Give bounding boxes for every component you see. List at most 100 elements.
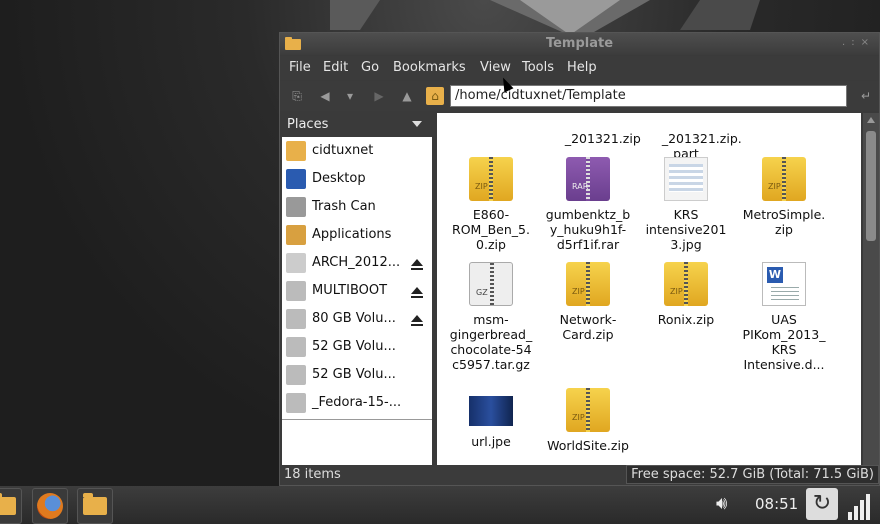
file-item[interactable]: RAR gumbenktz_b y_huku9h1f- d5rf1if.rar bbox=[540, 157, 636, 252]
sidebar-item-80gb[interactable]: 80 GB Volu... bbox=[282, 306, 432, 334]
archive-file-icon: GZ bbox=[469, 262, 513, 306]
sidebar-item-label: _Fedora-15-... bbox=[312, 395, 402, 410]
sidebar-item-label: Applications bbox=[312, 227, 392, 242]
taskbar-firefox-button[interactable] bbox=[32, 488, 68, 524]
menu-edit[interactable]: Edit bbox=[323, 60, 348, 75]
menu-view[interactable]: View bbox=[480, 60, 511, 75]
sidebar-item-label: ARCH_2012... bbox=[312, 255, 401, 270]
desktop-icon bbox=[286, 169, 306, 189]
taskbar-file-manager-button[interactable] bbox=[77, 488, 113, 524]
sidebar-item-52gb-1[interactable]: 52 GB Volu... bbox=[282, 334, 432, 362]
back-icon[interactable]: ◀ bbox=[316, 87, 334, 105]
gz-label: GZ bbox=[476, 288, 488, 297]
taskbar-folder-button[interactable] bbox=[0, 488, 22, 524]
places-label: Places bbox=[287, 117, 329, 132]
optical-drive-icon bbox=[286, 253, 306, 273]
zip-file-icon: ZIP bbox=[664, 262, 708, 306]
menu-go[interactable]: Go bbox=[361, 60, 379, 75]
menu-help[interactable]: Help bbox=[567, 60, 597, 75]
file-name: E860- ROM_Ben_5. 0.zip bbox=[452, 207, 530, 252]
file-item[interactable]: url.jpe bbox=[443, 388, 539, 449]
menu-tools[interactable]: Tools bbox=[522, 60, 554, 75]
scrollbar-thumb[interactable] bbox=[866, 131, 876, 241]
file-item[interactable]: KRS intensive201 3.jpg bbox=[638, 157, 734, 252]
zip-label: ZIP bbox=[572, 413, 585, 422]
divider bbox=[282, 419, 432, 420]
status-bar: 18 items Free space: 52.7 GiB (Total: 71… bbox=[280, 465, 879, 485]
maximize-icon[interactable]: : bbox=[851, 37, 860, 48]
forward-icon[interactable]: ▶ bbox=[370, 87, 388, 105]
file-item[interactable]: GZ msm- gingerbread_ chocolate-54 c5957.… bbox=[443, 262, 539, 372]
file-item[interactable]: ZIP Ronix.zip bbox=[638, 262, 734, 327]
file-item[interactable]: ZIP Network- Card.zip bbox=[540, 262, 636, 342]
sidebar-item-home[interactable]: cidtuxnet bbox=[282, 138, 432, 166]
file-name: KRS intensive201 3.jpg bbox=[645, 207, 727, 252]
file-name: msm- gingerbread_ chocolate-54 c5957.tar… bbox=[449, 312, 533, 372]
zip-file-icon: ZIP bbox=[566, 388, 610, 432]
eject-icon[interactable] bbox=[411, 315, 423, 326]
file-name: WorldSite.zip bbox=[547, 438, 629, 453]
file-item[interactable]: ZIP WorldSite.zip bbox=[540, 388, 636, 453]
chevron-down-icon[interactable] bbox=[412, 121, 422, 127]
free-space: Free space: 52.7 GiB (Total: 71.5 GiB) bbox=[626, 465, 879, 484]
drive-icon bbox=[286, 309, 306, 329]
sidebar-item-label: 52 GB Volu... bbox=[312, 367, 396, 382]
file-item[interactable]: ZIP MetroSimple. zip bbox=[736, 157, 832, 237]
eject-icon[interactable] bbox=[411, 259, 423, 270]
menu-bar: File Edit Go Bookmarks View Tools Help bbox=[280, 56, 879, 80]
sidebar-item-fedora[interactable]: _Fedora-15-... bbox=[282, 390, 432, 418]
update-icon[interactable]: ↻ bbox=[806, 488, 838, 520]
history-dropdown-icon[interactable]: ▾ bbox=[341, 87, 359, 105]
image-file-icon bbox=[664, 157, 708, 201]
rar-label: RAR bbox=[572, 182, 589, 191]
window-title: Template bbox=[545, 36, 614, 51]
file-view: _201321.zip _201321.zip. part ZIP E860- … bbox=[437, 113, 861, 465]
zip-label: ZIP bbox=[768, 182, 781, 191]
close-icon[interactable]: × bbox=[861, 37, 875, 48]
sidebar-item-applications[interactable]: Applications bbox=[282, 222, 432, 250]
applications-icon bbox=[286, 225, 306, 245]
zip-label: ZIP bbox=[572, 287, 585, 296]
home-icon bbox=[286, 141, 306, 161]
zip-label: ZIP bbox=[475, 182, 488, 191]
home-icon[interactable]: ⌂ bbox=[426, 87, 444, 105]
sidebar-item-52gb-2[interactable]: 52 GB Volu... bbox=[282, 362, 432, 390]
sidebar-item-label: 52 GB Volu... bbox=[312, 339, 396, 354]
places-header[interactable]: Places bbox=[282, 113, 432, 137]
window-controls[interactable]: .:× bbox=[842, 37, 875, 48]
volume-icon[interactable]: 🔊︎ bbox=[716, 493, 727, 514]
item-count: 18 items bbox=[284, 467, 341, 482]
sidebar-item-trash[interactable]: Trash Can bbox=[282, 194, 432, 222]
drive-icon bbox=[286, 281, 306, 301]
file-item[interactable]: W UAS PIKom_2013_ KRS Intensive.d... bbox=[736, 262, 832, 372]
trash-icon bbox=[286, 197, 306, 217]
menu-file[interactable]: File bbox=[289, 60, 311, 75]
sidebar-item-arch[interactable]: ARCH_2012... bbox=[282, 250, 432, 278]
up-icon[interactable]: ▲ bbox=[398, 87, 416, 105]
menu-bookmarks[interactable]: Bookmarks bbox=[393, 60, 466, 75]
file-item[interactable]: ZIP E860- ROM_Ben_5. 0.zip bbox=[443, 157, 539, 252]
firefox-icon bbox=[37, 493, 63, 519]
go-icon[interactable]: ↵ bbox=[857, 87, 875, 105]
clock[interactable]: 08:51 bbox=[755, 495, 798, 513]
drive-icon bbox=[286, 393, 306, 413]
network-signal-icon[interactable] bbox=[846, 490, 874, 520]
title-bar[interactable]: Template .:× bbox=[280, 33, 879, 55]
sidebar-item-multiboot[interactable]: MULTIBOOT bbox=[282, 278, 432, 306]
file-item[interactable]: _201321.zip bbox=[541, 116, 641, 161]
file-name: UAS PIKom_2013_ KRS Intensive.d... bbox=[742, 312, 826, 372]
eject-icon[interactable] bbox=[411, 287, 423, 298]
sidebar-item-desktop[interactable]: Desktop bbox=[282, 166, 432, 194]
minimize-icon[interactable]: . bbox=[842, 37, 851, 48]
file-name: url.jpe bbox=[471, 434, 511, 449]
vertical-scrollbar[interactable] bbox=[863, 113, 879, 465]
file-name: gumbenktz_b y_huku9h1f- d5rf1if.rar bbox=[545, 207, 631, 252]
zip-file-icon: ZIP bbox=[762, 157, 806, 201]
toolbar: ⎘ ◀ ▾ ▶ ▲ ⌂ /home/cidtuxnet/Template ↵ bbox=[280, 81, 879, 111]
zip-file-icon: ZIP bbox=[469, 157, 513, 201]
drive-icon bbox=[286, 365, 306, 385]
scroll-up-icon[interactable] bbox=[867, 117, 875, 123]
new-tab-icon[interactable]: ⎘ bbox=[288, 87, 306, 105]
sidebar-item-label: 80 GB Volu... bbox=[312, 311, 396, 326]
file-name: MetroSimple. zip bbox=[742, 207, 826, 237]
